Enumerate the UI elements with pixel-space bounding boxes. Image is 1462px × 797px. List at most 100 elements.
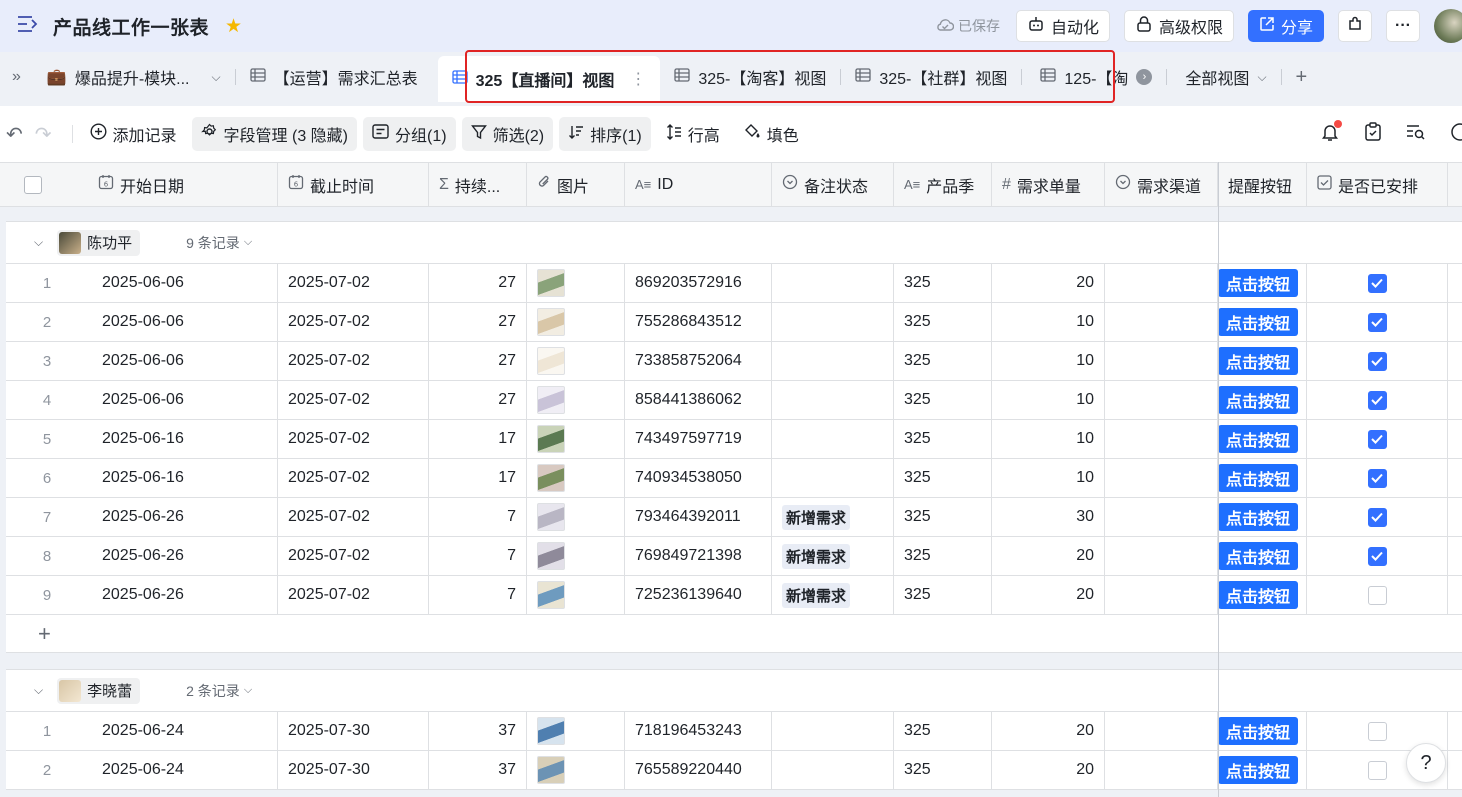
- table-row[interactable]: 5 2025-06-16 2025-07-02 17 743497597719 325 10…: [6, 420, 1462, 459]
- add-record-button[interactable]: 添加记录: [81, 117, 186, 151]
- product-thumbnail[interactable]: [537, 717, 565, 745]
- comment-icon[interactable]: [1450, 122, 1462, 146]
- id-cell[interactable]: 755286843512: [625, 303, 772, 341]
- click-button[interactable]: 点击按钮: [1218, 308, 1299, 336]
- id-cell[interactable]: 765589220440: [625, 751, 772, 789]
- channel-cell[interactable]: [1105, 264, 1218, 302]
- click-button[interactable]: 点击按钮: [1218, 581, 1299, 609]
- click-button[interactable]: 点击按钮: [1218, 425, 1299, 453]
- arranged-checkbox[interactable]: [1367, 273, 1387, 293]
- add-view-icon[interactable]: +: [1282, 56, 1322, 98]
- quantity-cell[interactable]: 20: [992, 576, 1105, 614]
- duration-cell[interactable]: 17: [429, 420, 527, 458]
- row-height-button[interactable]: 行高: [657, 117, 729, 151]
- quantity-cell[interactable]: 10: [992, 342, 1105, 380]
- favorite-star-icon[interactable]: ★: [225, 17, 242, 36]
- duration-cell[interactable]: 37: [429, 751, 527, 789]
- id-cell[interactable]: 793464392011: [625, 498, 772, 536]
- end-date-cell[interactable]: 2025-07-02: [278, 264, 429, 302]
- collapse-chevron-icon[interactable]: ⌵: [34, 235, 43, 250]
- duration-cell[interactable]: 27: [429, 342, 527, 380]
- click-button[interactable]: 点击按钮: [1218, 756, 1299, 784]
- channel-cell[interactable]: [1105, 303, 1218, 341]
- season-cell[interactable]: 325: [894, 420, 992, 458]
- arranged-checkbox[interactable]: [1367, 721, 1387, 741]
- arranged-checkbox[interactable]: [1367, 429, 1387, 449]
- start-date-cell[interactable]: 2025-06-24: [88, 712, 278, 750]
- duration-cell[interactable]: 7: [429, 576, 527, 614]
- note-status-cell[interactable]: [772, 342, 894, 380]
- duration-cell[interactable]: 27: [429, 381, 527, 419]
- table-row[interactable]: 8 2025-06-26 2025-07-02 7 769849721398 新增需求 32…: [6, 537, 1462, 576]
- product-thumbnail[interactable]: [537, 425, 565, 453]
- field-management-button[interactable]: 字段管理 (3 隐藏): [191, 117, 357, 151]
- note-status-cell[interactable]: [772, 712, 894, 750]
- table-row[interactable]: 1 2025-06-06 2025-07-02 27 869203572916 325 20…: [6, 264, 1462, 303]
- column-season[interactable]: A≡ 产品季: [894, 163, 992, 206]
- image-cell[interactable]: [527, 342, 625, 380]
- redo-icon[interactable]: ↷: [29, 117, 58, 151]
- end-date-cell[interactable]: 2025-07-02: [278, 303, 429, 341]
- column-end-date[interactable]: 6 截止时间: [278, 163, 429, 206]
- quantity-cell[interactable]: 10: [992, 459, 1105, 497]
- duration-cell[interactable]: 17: [429, 459, 527, 497]
- season-cell[interactable]: 325: [894, 459, 992, 497]
- note-status-cell[interactable]: [772, 381, 894, 419]
- product-thumbnail[interactable]: [537, 464, 565, 492]
- click-button[interactable]: 点击按钮: [1218, 269, 1299, 297]
- click-button[interactable]: 点击按钮: [1218, 717, 1299, 745]
- product-thumbnail[interactable]: [537, 542, 565, 570]
- expand-views-icon[interactable]: »: [0, 56, 33, 98]
- tab-folder[interactable]: 💼 爆品提升-模块... ⌵: [33, 56, 235, 98]
- quantity-cell[interactable]: 10: [992, 381, 1105, 419]
- note-status-cell[interactable]: [772, 751, 894, 789]
- channel-cell[interactable]: [1105, 498, 1218, 536]
- image-cell[interactable]: [527, 459, 625, 497]
- id-cell[interactable]: 740934538050: [625, 459, 772, 497]
- arranged-checkbox[interactable]: [1367, 760, 1387, 780]
- id-cell[interactable]: 733858752064: [625, 342, 772, 380]
- note-status-cell[interactable]: [772, 264, 894, 302]
- product-thumbnail[interactable]: [537, 269, 565, 297]
- channel-cell[interactable]: [1105, 459, 1218, 497]
- end-date-cell[interactable]: 2025-07-30: [278, 712, 429, 750]
- arranged-checkbox[interactable]: [1367, 351, 1387, 371]
- filter-button[interactable]: 筛选(2): [461, 117, 554, 151]
- id-cell[interactable]: 769849721398: [625, 537, 772, 575]
- tab-livestream-view[interactable]: 325【直播间】视图 ⋮: [437, 56, 661, 102]
- product-thumbnail[interactable]: [537, 503, 565, 531]
- channel-cell[interactable]: [1105, 537, 1218, 575]
- end-date-cell[interactable]: 2025-07-02: [278, 342, 429, 380]
- product-thumbnail[interactable]: [537, 308, 565, 336]
- arranged-checkbox[interactable]: [1367, 507, 1387, 527]
- note-status-cell[interactable]: [772, 459, 894, 497]
- advanced-permission-button[interactable]: 高级权限: [1123, 10, 1234, 42]
- end-date-cell[interactable]: 2025-07-02: [278, 459, 429, 497]
- id-cell[interactable]: 869203572916: [625, 264, 772, 302]
- channel-cell[interactable]: [1105, 420, 1218, 458]
- quantity-cell[interactable]: 10: [992, 420, 1105, 458]
- column-duration[interactable]: Σ 持续...: [429, 163, 527, 206]
- start-date-cell[interactable]: 2025-06-16: [88, 459, 278, 497]
- click-button[interactable]: 点击按钮: [1218, 503, 1299, 531]
- image-cell[interactable]: [527, 751, 625, 789]
- end-date-cell[interactable]: 2025-07-02: [278, 420, 429, 458]
- table-row[interactable]: 7 2025-06-26 2025-07-02 7 793464392011 新增需求 32…: [6, 498, 1462, 537]
- plugin-button[interactable]: [1338, 10, 1372, 42]
- more-button[interactable]: ···: [1386, 10, 1420, 42]
- click-button[interactable]: 点击按钮: [1218, 347, 1299, 375]
- tab-community-view[interactable]: 325-【社群】视图: [841, 56, 1021, 98]
- table-row[interactable]: 1 2025-06-24 2025-07-30 37 718196453243 325 20…: [6, 712, 1462, 751]
- image-cell[interactable]: [527, 712, 625, 750]
- table-row[interactable]: 2 2025-06-06 2025-07-02 27 755286843512 325 10…: [6, 303, 1462, 342]
- record-count[interactable]: 9 条记录 ⌵: [186, 233, 252, 253]
- image-cell[interactable]: [527, 420, 625, 458]
- note-status-cell[interactable]: 新增需求: [772, 537, 894, 575]
- image-cell[interactable]: [527, 576, 625, 614]
- arranged-checkbox[interactable]: [1367, 312, 1387, 332]
- all-views-dropdown[interactable]: 全部视图 ⌵: [1167, 56, 1280, 98]
- image-cell[interactable]: [527, 264, 625, 302]
- table-row[interactable]: 4 2025-06-06 2025-07-02 27 858441386062 325 10…: [6, 381, 1462, 420]
- season-cell[interactable]: 325: [894, 576, 992, 614]
- group-header[interactable]: ⌵ 陈功平 9 条记录 ⌵: [6, 222, 1462, 264]
